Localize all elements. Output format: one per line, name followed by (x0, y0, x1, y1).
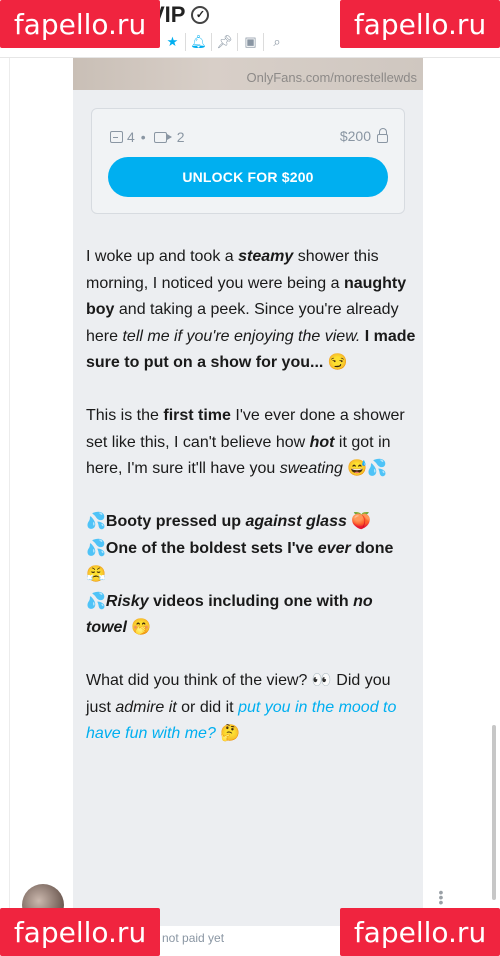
price-tag: $200 (339, 127, 388, 144)
caption-text: sweating (279, 460, 343, 477)
locked-content-box: 4 • 2 $200 UNLOCK FOR $200 (91, 108, 405, 214)
caption-text: 😅💦 (342, 460, 388, 477)
caption-paragraph: What did you think of the view? 👀 Did yo… (86, 668, 416, 748)
caption-text: ever (317, 539, 351, 557)
profile-toolbar: ★ 🔔︎ 📌︎ ▣ ⌕ (160, 33, 290, 51)
more-options-icon[interactable]: • • • (438, 885, 444, 909)
lock-icon (377, 127, 388, 143)
image-count-icon (110, 131, 123, 143)
caption-text: 😏 (323, 354, 348, 371)
caption-text: 💦 (86, 592, 106, 610)
pin-icon[interactable]: 📌︎ (212, 33, 238, 51)
caption-text: or did it (176, 698, 239, 716)
scrollbar-thumb[interactable] (492, 725, 496, 900)
post-card: OnlyFans.com/morestellewds 4 • 2 $200 UN… (73, 58, 423, 926)
caption-text: Risky (105, 592, 149, 610)
image-count: 4 (127, 129, 135, 145)
caption-paragraph: I woke up and took a steamy shower this … (86, 244, 416, 377)
caption-text: admire it (115, 698, 177, 716)
payment-status: not paid yet (162, 931, 225, 945)
unlock-button[interactable]: UNLOCK FOR $200 (108, 157, 388, 197)
star-icon[interactable]: ★ (160, 33, 186, 51)
fapello-watermark-top-left: fapello.ru (0, 0, 160, 48)
separator-dot: • (140, 129, 146, 145)
caption-text: tell me if you're enjoying the view. (122, 327, 361, 345)
caption-text: steamy (238, 248, 294, 265)
caption-text: 🤔 (215, 725, 241, 742)
caption-text: I woke up and took a (86, 248, 239, 265)
fapello-watermark-bottom-right: fapello.ru (340, 908, 500, 956)
caption-text: 🤭 (126, 619, 152, 636)
video-count: 2 (176, 129, 185, 145)
caption-text: hot (309, 433, 335, 451)
caption-text: against glass (245, 513, 347, 530)
caption-text: 💦Booty pressed up (86, 513, 246, 530)
price-value: $200 (339, 128, 371, 144)
bell-icon[interactable]: 🔔︎ (186, 33, 212, 51)
media-watermark: OnlyFans.com/morestellewds (246, 70, 418, 85)
media-counts: 4 • 2 (110, 129, 185, 145)
media-preview[interactable]: OnlyFans.com/morestellewds (73, 58, 423, 90)
caption-text: 🍑 (346, 513, 372, 530)
image-icon[interactable]: ▣ (238, 33, 264, 51)
caption-paragraph: 💦Booty pressed up against glass 🍑 💦One of… (86, 509, 416, 642)
caption-text: This is the (86, 407, 164, 424)
page-frame (0, 58, 10, 956)
video-count-icon (153, 131, 172, 143)
caption-paragraph: This is the first time I've ever done a … (86, 403, 416, 483)
search-icon[interactable]: ⌕ (264, 33, 290, 51)
caption-text: first time (163, 407, 231, 424)
verified-icon: ✓ (191, 6, 210, 24)
caption-text: 💦One of the boldest sets I've (86, 539, 318, 557)
fapello-watermark-top-right: fapello.ru (340, 0, 500, 48)
caption-text: videos including one with (148, 592, 354, 610)
fapello-watermark-bottom-left: fapello.ru (0, 908, 160, 956)
post-caption: I woke up and took a steamy shower this … (86, 244, 416, 774)
